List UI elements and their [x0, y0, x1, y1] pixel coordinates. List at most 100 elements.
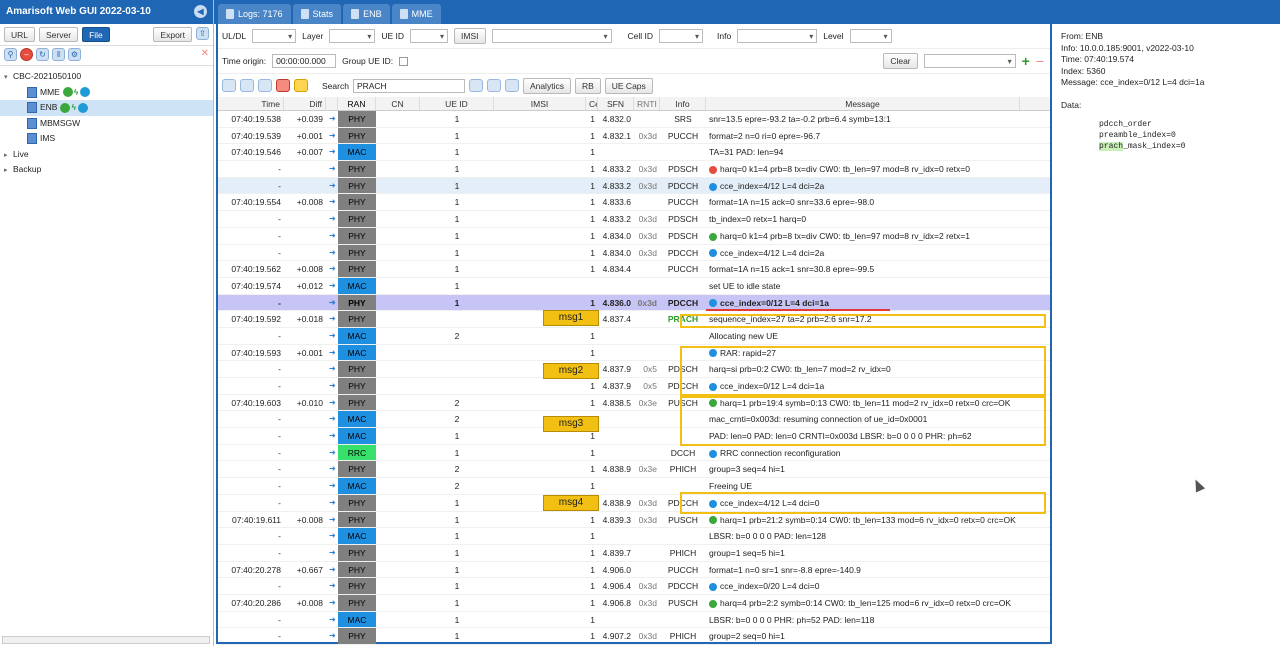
tab-enb[interactable]: ENB [343, 4, 390, 24]
tree-item-mbmsgw[interactable]: MBMSGW [0, 116, 213, 132]
tree-item-enb[interactable]: ENB ϟ [0, 100, 213, 116]
table-row[interactable]: - ➜ PHY 1 1 4.833.2 0x3d PDCCH cce_index=4/12 L=… [218, 177, 1050, 195]
expand-toggle-icon[interactable]: ▸ [4, 163, 13, 179]
table-row[interactable]: 07:40:19.539 +0.001 ➜ PHY 1 1 4.832.1 0x3d PUCCH… [218, 127, 1050, 145]
info-select[interactable] [737, 29, 818, 43]
table-row[interactable]: - ➜ PHY 1 1 4.833.2 0x3d PDSCH tb_index=0 retx=1… [218, 211, 1050, 228]
pause-icon[interactable]: ‖ [52, 48, 65, 61]
column-header[interactable]: Message [706, 97, 1020, 110]
tree-item-backup[interactable]: ▸ Backup [0, 162, 213, 178]
column-header[interactable]: RNTI [634, 97, 660, 110]
table-row[interactable]: 07:40:19.554 +0.008 ➜ PHY 1 1 4.833.6 PUCCH form… [218, 194, 1050, 212]
search-input[interactable]: PRACH [352, 78, 465, 93]
search-next-icon[interactable] [504, 79, 519, 92]
server-button[interactable]: Server [39, 27, 79, 42]
tab-icon [351, 9, 360, 19]
uecaps-button[interactable]: UE Caps [604, 77, 653, 94]
table-row[interactable]: 07:40:19.538 +0.039 ➜ PHY 1 1 4.832.0 SRS snr=13… [218, 111, 1050, 128]
expand-toggle-icon[interactable]: ▾ [4, 70, 13, 86]
share-icon[interactable]: ⇪ [196, 27, 209, 40]
collapse-panel-icon[interactable]: ◀ [194, 5, 207, 18]
arrow-right-icon[interactable] [258, 79, 272, 92]
delete-icon[interactable]: ✕ [201, 48, 209, 63]
preset-select[interactable] [923, 54, 1016, 68]
table-row[interactable]: - ➜ MAC 2 1 Allocating new UE [218, 327, 1050, 345]
warning-filter-icon[interactable] [294, 79, 308, 92]
time-cell: - [278, 581, 281, 592]
analytics-button[interactable]: Analytics [522, 77, 571, 94]
rnti-cell: 0x3d [638, 164, 657, 175]
column-header[interactable]: UE ID [420, 97, 494, 110]
arrow-left-icon[interactable] [240, 79, 254, 92]
expand-toggle-icon[interactable]: ▸ [4, 148, 13, 164]
remove-icon[interactable]: − [1036, 53, 1044, 69]
table-row[interactable]: - ➜ PHY 2 1 4.838.9 0x3e PHICH group=3 seq=4 hi=… [218, 461, 1050, 479]
column-header[interactable]: CN [376, 97, 420, 110]
group-ue-checkbox[interactable] [399, 56, 409, 66]
column-header[interactable]: SFN [598, 97, 634, 110]
search-prev-icon[interactable] [486, 79, 501, 92]
ran-cell: PHY [338, 578, 376, 594]
clock-icon[interactable] [222, 79, 236, 92]
table-row[interactable]: 07:40:19.574 +0.012 ➜ MAC 1 set UE to idle st… [218, 277, 1050, 295]
table-row[interactable]: 07:40:19.562 +0.008 ➜ PHY 1 1 4.834.4 PUCCH form… [218, 261, 1050, 278]
diff-cell: +0.039 [296, 114, 323, 124]
clear-button[interactable]: Clear [883, 53, 918, 69]
time-cell: 07:40:19.554 [231, 197, 281, 208]
table-row[interactable]: - ➜ PHY 1 1 4.836.0 0x3d PDCCH cce_index=0/12 L=… [218, 294, 1050, 312]
tab-icon [399, 9, 408, 19]
stop-icon[interactable]: – [20, 48, 33, 61]
table-row[interactable]: - ➜ PHY 1 1 4.906.4 0x3d PDCCH cce_index=0/20 L=… [218, 578, 1050, 595]
time-origin-input[interactable]: 00:00:00.000 [272, 54, 337, 68]
url-button[interactable]: URL [4, 27, 36, 42]
column-header[interactable]: IMSI [494, 97, 586, 110]
table-row[interactable]: 07:40:19.611 +0.008 ➜ PHY 1 1 4.839.3 0x3d PUSCH… [218, 511, 1050, 529]
play-icon[interactable] [77, 102, 88, 113]
ueid-select[interactable] [410, 29, 449, 43]
add-icon[interactable]: + [1022, 53, 1030, 69]
column-header[interactable]: Time [218, 97, 284, 110]
table-row[interactable]: - ➜ MAC 1 1 LBSR: b=0 0 0 0 PHR: ph=52 PAD: l… [218, 611, 1050, 629]
table-row[interactable]: - ➜ PHY 1 1 4.834.0 0x3d PDCCH cce_index=4/12 L=… [218, 244, 1050, 262]
tab-mme[interactable]: MME [391, 4, 441, 24]
refresh-icon[interactable]: ↻ [36, 48, 49, 61]
layer-select[interactable] [329, 29, 376, 43]
cell-id-cell: 1 [590, 547, 595, 558]
ran-cell: MAC [338, 428, 376, 444]
table-row[interactable]: - ➜ PHY 1 1 4.833.2 0x3d PDSCH harq=0 k1=4 prb=8… [218, 161, 1050, 178]
ran-cell: RRC [338, 444, 376, 461]
tree-item-mme[interactable]: MME ϟ [0, 85, 213, 101]
settings-icon[interactable]: ⚙ [68, 48, 81, 61]
tree-item-live[interactable]: ▸ Live [0, 147, 213, 163]
table-row[interactable]: - ➜ MAC 1 1 LBSR: b=0 0 0 0 PAD: len=128 [218, 528, 1050, 545]
column-header[interactable]: Info [660, 97, 706, 110]
search-icon[interactable]: ⚲ [4, 48, 17, 61]
column-header[interactable] [326, 97, 338, 110]
column-header[interactable]: RAN [338, 97, 376, 110]
column-header[interactable]: Cell [586, 97, 598, 110]
error-filter-icon[interactable] [276, 79, 290, 92]
table-row[interactable]: - ➜ RRC 1 1 DCCH RRC connection reconfiguratio… [218, 444, 1050, 462]
table-row[interactable]: 07:40:20.286 +0.008 ➜ PHY 1 1 4.906.8 0x3d PUSCH… [218, 594, 1050, 612]
imsi-select[interactable] [491, 29, 612, 43]
tree-item-cbc-2021050100[interactable]: ▾ CBC-2021050100 [0, 69, 213, 85]
file-button[interactable]: File [82, 27, 110, 42]
table-row[interactable]: - ➜ PHY 1 1 4.834.0 0x3d PDSCH harq=0 k1=4 prb=8… [218, 227, 1050, 245]
binoculars-icon[interactable] [468, 79, 483, 92]
level-select[interactable] [849, 29, 892, 43]
cellid-select[interactable] [659, 29, 704, 43]
uldl-select[interactable] [252, 29, 297, 43]
table-row[interactable]: 07:40:19.546 +0.007 ➜ MAC 1 1 TA=31 PAD: len=9… [218, 144, 1050, 162]
imsi-button[interactable]: IMSI [454, 28, 486, 44]
export-button[interactable]: Export [153, 27, 192, 42]
table-row[interactable]: - ➜ PHY 1 1 4.907.2 0x3d PHICH group=2 seq=0 hi=… [218, 628, 1050, 645]
tree-item-ims[interactable]: IMS [0, 131, 213, 147]
play-icon[interactable] [80, 87, 91, 98]
table-row[interactable]: - ➜ PHY 1 1 4.839.7 PHICH group=1 seq=5 hi=1 [218, 544, 1050, 562]
column-header[interactable]: Diff [284, 97, 326, 110]
tab-logs[interactable]: Logs: 7176 [218, 4, 291, 24]
rb-button[interactable]: RB [574, 77, 601, 94]
horizontal-scrollbar[interactable] [2, 636, 210, 644]
table-row[interactable]: 07:40:20.278 +0.667 ➜ PHY 1 1 4.906.0 PUCCH form… [218, 561, 1050, 579]
tab-stats[interactable]: Stats [292, 4, 342, 24]
